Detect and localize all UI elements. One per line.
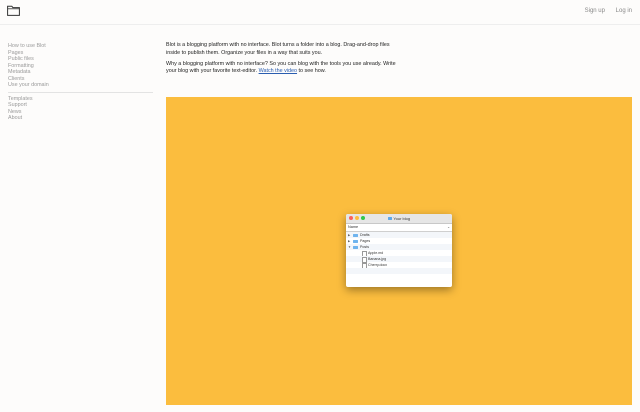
sidebar-item-about[interactable]: About bbox=[8, 115, 153, 122]
folder-logo-icon[interactable] bbox=[7, 5, 20, 16]
intro-paragraph-2-suffix: to see how. bbox=[297, 68, 326, 74]
finder-empty-row bbox=[346, 268, 452, 274]
folder-icon bbox=[353, 233, 358, 237]
top-bar: Sign up Log in bbox=[0, 0, 640, 25]
finder-window: Your blog Name ⌄ ▶ Drafts ▶ Pages ▼ Post… bbox=[346, 214, 452, 287]
sidebar-divider bbox=[8, 91, 153, 93]
finder-title-text: Your blog bbox=[393, 215, 411, 221]
chevron-down-icon: ⌄ bbox=[447, 225, 450, 229]
folder-icon bbox=[387, 216, 392, 220]
folder-icon bbox=[353, 239, 358, 243]
intro-text: Blot is a blogging platform with no inte… bbox=[166, 42, 396, 79]
sidebar-nav: How to use Blot Pages Public files Forma… bbox=[8, 43, 153, 122]
sidebar-item-use-your-domain[interactable]: Use your domain bbox=[8, 82, 153, 89]
folder-icon bbox=[353, 245, 358, 249]
name-column-label: Name bbox=[348, 225, 359, 229]
finder-title: Your blog bbox=[346, 216, 452, 221]
finder-column-header: Name ⌄ bbox=[346, 224, 452, 232]
demo-video[interactable]: Your blog Name ⌄ ▶ Drafts ▶ Pages ▼ Post… bbox=[166, 97, 632, 405]
watch-video-link[interactable]: Watch the video bbox=[259, 68, 297, 74]
finder-titlebar: Your blog bbox=[346, 214, 452, 224]
intro-paragraph-2: Why a blogging platform with no interfac… bbox=[166, 61, 396, 76]
signup-link[interactable]: Sign up bbox=[585, 8, 605, 14]
account-links: Sign up Log in bbox=[576, 8, 632, 14]
intro-paragraph-1: Blot is a blogging platform with no inte… bbox=[166, 42, 390, 56]
login-link[interactable]: Log in bbox=[616, 8, 632, 14]
